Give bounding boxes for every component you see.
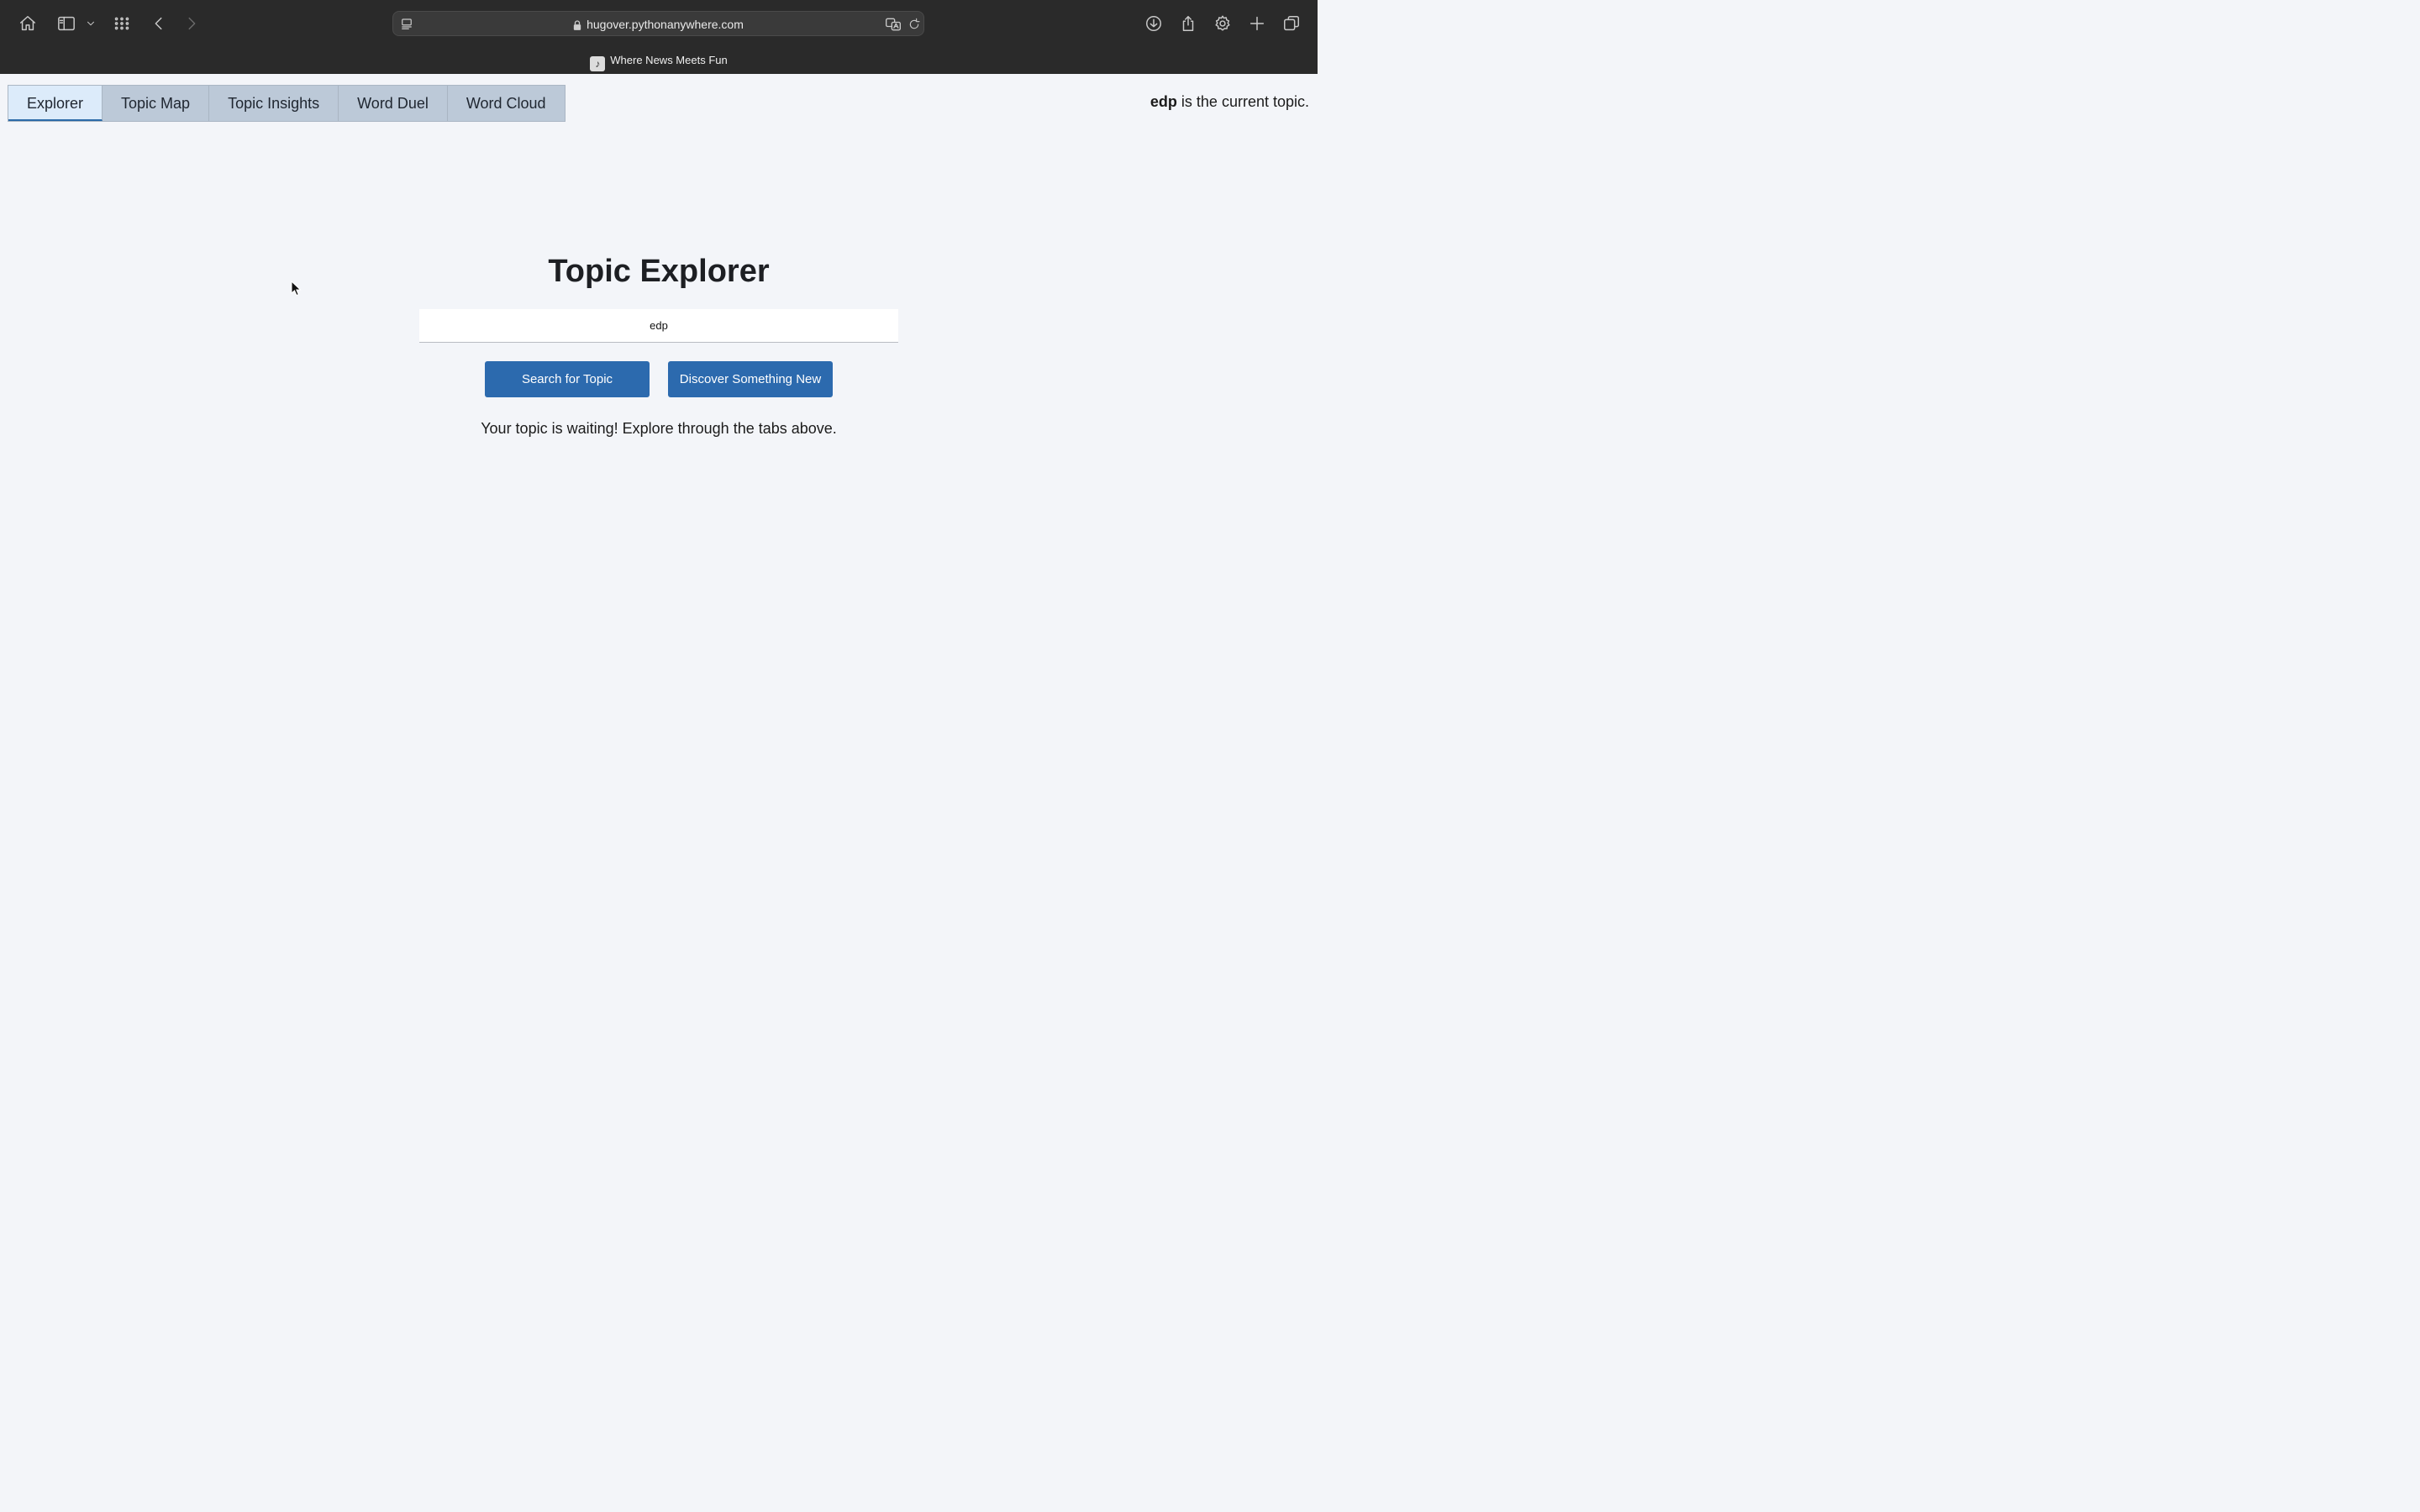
grid-icon[interactable] bbox=[112, 13, 132, 34]
new-tab-icon[interactable] bbox=[1247, 13, 1267, 34]
reload-icon[interactable] bbox=[904, 14, 924, 34]
forward-icon[interactable] bbox=[182, 13, 202, 34]
topic-tabs: Explorer Topic Map Topic Insights Word D… bbox=[8, 85, 566, 122]
current-topic-suffix: is the current topic. bbox=[1181, 93, 1309, 110]
topic-search-input[interactable] bbox=[419, 309, 898, 343]
sidebar-icon[interactable] bbox=[56, 13, 76, 34]
current-topic-indicator: edp is the current topic. bbox=[1150, 93, 1309, 111]
share-icon[interactable] bbox=[1178, 13, 1198, 34]
mouse-cursor-icon bbox=[291, 280, 302, 302]
settings-icon[interactable] bbox=[1213, 13, 1233, 34]
tab-topic-insights[interactable]: Topic Insights bbox=[209, 86, 339, 121]
tab-explorer[interactable]: Explorer bbox=[8, 86, 103, 121]
url-text: hugover.pythonanywhere.com bbox=[587, 18, 744, 31]
back-icon[interactable] bbox=[149, 13, 169, 34]
tab-word-duel[interactable]: Word Duel bbox=[339, 86, 448, 121]
tab-word-cloud[interactable]: Word Cloud bbox=[448, 86, 565, 121]
page-title: Topic Explorer bbox=[548, 254, 770, 289]
browser-tab[interactable]: ♪ Where News Meets Fun bbox=[0, 50, 1318, 71]
address-bar[interactable]: hugover.pythonanywhere.com bbox=[392, 11, 924, 36]
discover-something-new-button[interactable]: Discover Something New bbox=[668, 361, 833, 397]
tab-title-text: Where News Meets Fun bbox=[610, 54, 728, 66]
search-for-topic-button[interactable]: Search for Topic bbox=[485, 361, 650, 397]
chevron-down-icon[interactable] bbox=[82, 13, 99, 34]
download-icon[interactable] bbox=[1144, 13, 1164, 34]
status-message: Your topic is waiting! Explore through t… bbox=[481, 420, 837, 437]
tab-topic-map[interactable]: Topic Map bbox=[103, 86, 210, 121]
tabs-overview-icon[interactable] bbox=[1281, 13, 1302, 34]
browser-toolbar: hugover.pythonanywhere.com ♪ Where News M… bbox=[0, 0, 1318, 74]
current-topic-name: edp bbox=[1150, 93, 1177, 110]
home-icon[interactable] bbox=[18, 13, 38, 34]
lock-icon bbox=[573, 13, 581, 39]
site-favicon-icon: ♪ bbox=[590, 56, 606, 71]
translate-icon[interactable] bbox=[883, 14, 903, 34]
